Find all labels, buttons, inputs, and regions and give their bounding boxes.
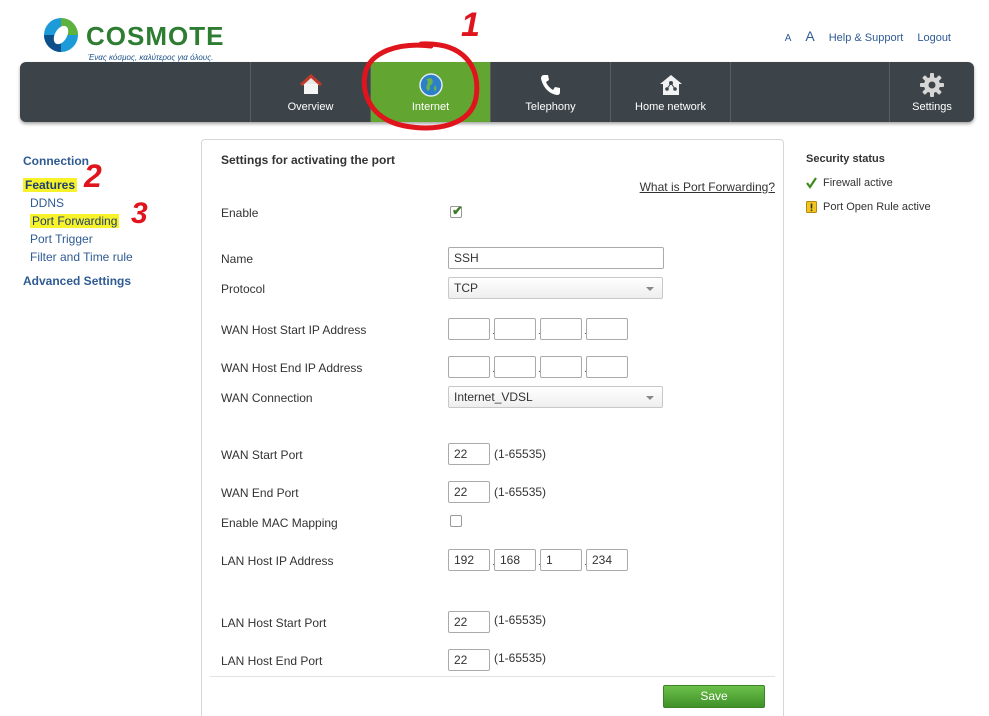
home-network-icon — [659, 75, 682, 95]
sidebar-item-port-forwarding[interactable]: Port Forwarding — [23, 212, 193, 230]
wan-start-port-input[interactable]: 22 — [448, 443, 490, 465]
font-increase-link[interactable]: A — [805, 28, 814, 44]
nav-overview[interactable]: Overview — [250, 62, 370, 122]
wan-host-end-ip-label: WAN Host End IP Address — [221, 361, 363, 375]
wan-end-ip-octet-2[interactable] — [494, 356, 536, 378]
lan-start-port-input[interactable]: 22 — [448, 611, 490, 633]
lan-end-port-input[interactable]: 22 — [448, 649, 490, 671]
lan-end-port-range: (1-65535) — [494, 651, 547, 665]
save-button[interactable]: Save — [663, 685, 765, 708]
font-decrease-link[interactable]: A — [785, 33, 792, 44]
nav-settings[interactable]: Settings — [889, 62, 974, 122]
wan-connection-label: WAN Connection — [221, 391, 313, 405]
warning-icon — [806, 201, 817, 213]
sidebar-item-connection[interactable]: Connection — [23, 152, 193, 170]
logout-link[interactable]: Logout — [917, 32, 951, 44]
wan-start-ip-octet-1[interactable] — [448, 318, 490, 340]
panel-title: Settings for activating the port — [221, 153, 396, 167]
enable-mac-mapping-checkbox[interactable] — [450, 515, 462, 527]
sidebar-item-ddns[interactable]: DDNS — [23, 194, 193, 212]
sidebar: Connection Features DDNS Port Forwarding… — [23, 152, 193, 290]
wan-start-ip-octet-3[interactable] — [540, 318, 582, 340]
checkmark-icon: ✔ — [452, 203, 463, 218]
wan-start-ip-octet-4[interactable] — [586, 318, 628, 340]
main-navbar: Overview Internet Telephony Home network… — [20, 62, 974, 122]
sidebar-item-features-label: Features — [23, 178, 78, 192]
house-icon — [299, 73, 322, 94]
lan-ip-octet-3[interactable]: 1 — [540, 549, 582, 571]
top-links: A A Help & Support Logout — [785, 28, 951, 44]
protocol-label: Protocol — [221, 282, 266, 296]
page: COSMOTE Ένας κόσμος, καλύτερος για όλους… — [0, 0, 989, 716]
form-divider — [210, 676, 775, 677]
nav-settings-label: Settings — [912, 101, 952, 113]
wan-start-port-label: WAN Start Port — [221, 448, 303, 462]
sidebar-item-filter-time-rule[interactable]: Filter and Time rule — [23, 248, 193, 266]
protocol-selected-value: TCP — [454, 281, 478, 295]
cosmote-logo[interactable]: COSMOTE Ένας κόσμος, καλύτερος για όλους… — [42, 16, 225, 64]
port-open-rule-text: Port Open Rule active — [823, 201, 931, 213]
protocol-select[interactable]: TCP — [448, 277, 663, 299]
nav-home-network[interactable]: Home network — [610, 62, 730, 122]
name-input[interactable]: SSH — [448, 247, 664, 269]
wan-host-start-ip-label: WAN Host Start IP Address — [221, 323, 367, 337]
firewall-status-text: Firewall active — [823, 177, 893, 189]
security-status: Security status Firewall active Port Ope… — [806, 153, 976, 225]
port-forwarding-panel: Settings for activating the port What is… — [201, 139, 784, 716]
check-icon — [806, 177, 817, 189]
port-open-rule-status: Port Open Rule active — [806, 201, 976, 225]
security-status-title: Security status — [806, 153, 885, 165]
wan-connection-selected-value: Internet_VDSL — [454, 390, 533, 404]
wan-end-port-input[interactable]: 22 — [448, 481, 490, 503]
lan-ip-octet-1[interactable]: 192 — [448, 549, 490, 571]
wan-end-port-label: WAN End Port — [221, 486, 299, 500]
lan-host-ip-label: LAN Host IP Address — [221, 554, 334, 568]
wan-start-port-range: (1-65535) — [494, 447, 547, 461]
nav-divider — [730, 62, 731, 122]
sidebar-item-advanced-settings[interactable]: Advanced Settings — [23, 272, 193, 290]
globe-icon — [418, 73, 443, 97]
brand-name: COSMOTE — [86, 21, 225, 51]
sidebar-item-features[interactable]: Features — [23, 176, 193, 194]
wan-end-ip-octet-1[interactable] — [448, 356, 490, 378]
wan-end-port-range: (1-65535) — [494, 485, 547, 499]
nav-internet-label: Internet — [411, 101, 450, 113]
nav-overview-label: Overview — [287, 101, 334, 113]
annotation-step-1: 1 — [461, 6, 480, 44]
lan-host-start-port-label: LAN Host Start Port — [221, 616, 327, 630]
chevron-down-icon — [646, 396, 654, 400]
chevron-down-icon — [646, 287, 654, 291]
name-label: Name — [221, 252, 254, 266]
wan-connection-select[interactable]: Internet_VDSL — [448, 386, 663, 408]
nav-telephony[interactable]: Telephony — [490, 62, 610, 122]
nav-home-network-label: Home network — [635, 101, 706, 113]
wan-end-ip-octet-3[interactable] — [540, 356, 582, 378]
lan-ip-octet-4[interactable]: 234 — [586, 549, 628, 571]
brand-tagline: Ένας κόσμος, καλύτερος για όλους. — [88, 53, 214, 62]
sidebar-item-port-forwarding-label: Port Forwarding — [30, 214, 120, 228]
wan-end-ip-octet-4[interactable] — [586, 356, 628, 378]
sidebar-item-port-trigger[interactable]: Port Trigger — [23, 230, 193, 248]
gear-icon — [920, 73, 944, 97]
enable-mac-mapping-label: Enable MAC Mapping — [221, 516, 338, 530]
help-support-link[interactable]: Help & Support — [829, 32, 904, 44]
nav-telephony-label: Telephony — [525, 101, 576, 113]
lan-host-end-port-label: LAN Host End Port — [221, 654, 323, 668]
phone-icon — [540, 75, 560, 95]
lan-ip-octet-2[interactable]: 168 — [494, 549, 536, 571]
firewall-status: Firewall active — [806, 177, 976, 201]
wan-start-ip-octet-2[interactable] — [494, 318, 536, 340]
nav-internet[interactable]: Internet — [370, 62, 490, 122]
enable-label: Enable — [221, 206, 259, 220]
enable-checkbox[interactable]: ✔ — [450, 203, 463, 218]
lan-start-port-range: (1-65535) — [494, 613, 547, 627]
cosmote-logo-mark-icon — [44, 18, 78, 52]
what-is-port-forwarding-link[interactable]: What is Port Forwarding? — [640, 180, 775, 194]
